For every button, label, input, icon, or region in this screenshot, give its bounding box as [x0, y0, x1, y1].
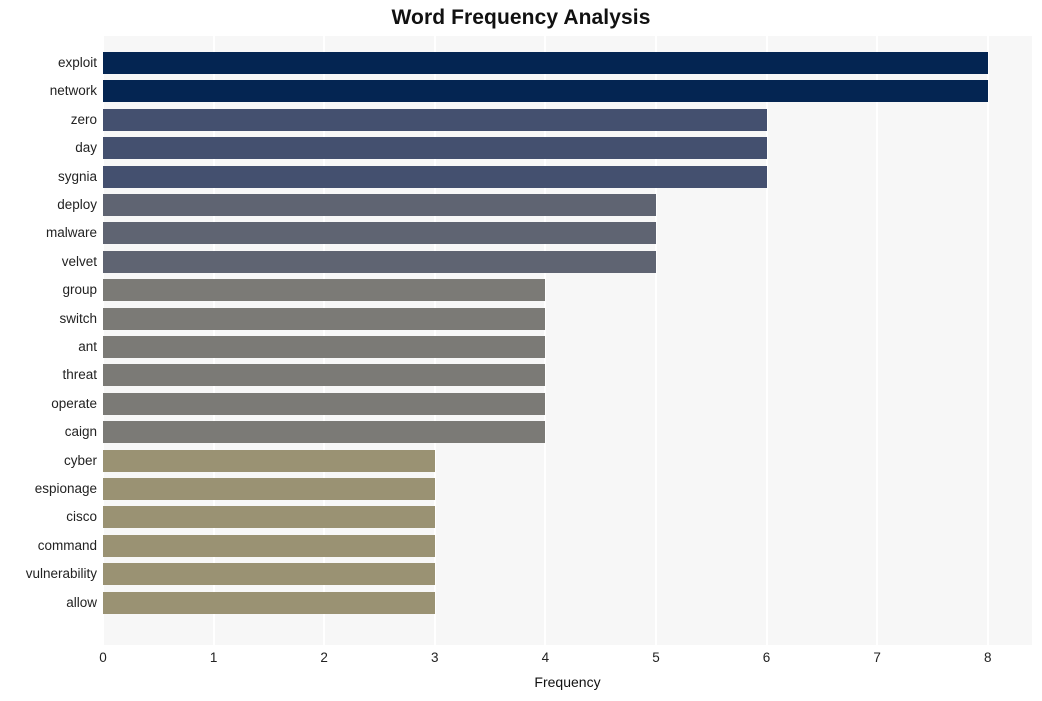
x-axis-tick: 5 [652, 650, 660, 665]
y-axis-label: deploy [57, 197, 97, 212]
y-axis-label: allow [66, 594, 97, 610]
bar[interactable] [103, 165, 767, 188]
x-axis-tick: 8 [983, 650, 992, 665]
y-axis-label: operate [51, 395, 97, 411]
y-axis-label: group [62, 282, 97, 298]
y-axis-label: network [49, 83, 97, 99]
y-axis-label: cisco [66, 509, 97, 525]
y-axis-label: switch [59, 310, 97, 326]
bar[interactable] [103, 534, 435, 557]
x-axis-tick: 3 [431, 650, 439, 665]
bar[interactable] [103, 364, 546, 387]
x-axis-tick: 1 [209, 650, 218, 665]
bar[interactable] [103, 591, 435, 614]
bar[interactable] [103, 449, 435, 472]
bar[interactable] [103, 222, 656, 245]
bar[interactable] [103, 392, 546, 415]
y-axis-label: zero [70, 111, 97, 127]
bar[interactable] [103, 421, 546, 444]
plot-area [103, 36, 1032, 645]
bar[interactable] [103, 506, 435, 529]
x-axis-tick: 2 [320, 650, 328, 665]
y-axis-label: day [75, 140, 97, 156]
x-axis-tick-labels: 0 1 2 3 4 5 6 7 8 [99, 650, 1032, 672]
y-axis-label: espionage [34, 481, 97, 496]
y-axis-tick-labels: exploit network zero day sygnia deploy malware… [0, 36, 97, 645]
bar[interactable] [103, 336, 546, 358]
chart-title: Word Frequency Analysis [391, 6, 651, 29]
bar[interactable] [103, 307, 546, 330]
bar[interactable] [103, 108, 767, 131]
bar[interactable] [103, 52, 988, 74]
y-axis-label: velvet [61, 253, 97, 269]
bar[interactable] [103, 478, 435, 500]
bar[interactable] [103, 137, 767, 160]
bar[interactable] [103, 80, 988, 103]
y-axis-label: sygnia [57, 168, 97, 184]
bar[interactable] [103, 279, 546, 302]
bars-layer [103, 36, 1032, 645]
x-axis-tick: 0 [99, 650, 107, 665]
y-axis-label: exploit [57, 55, 97, 70]
x-axis-tick: 6 [762, 650, 771, 665]
bar[interactable] [103, 194, 656, 216]
y-axis-label: caign [64, 424, 97, 440]
bar[interactable] [103, 563, 435, 586]
y-axis-label: ant [78, 339, 97, 354]
bar[interactable] [103, 250, 656, 273]
x-axis-tick: 4 [541, 650, 550, 665]
y-axis-label: vulnerability [25, 566, 97, 582]
word-frequency-chart: Word Frequency Analysis exploit network ze… [0, 0, 1042, 701]
y-axis-label: malware [45, 225, 97, 241]
y-axis-label: command [37, 537, 97, 553]
y-axis-label: threat [62, 367, 97, 383]
y-axis-label: cyber [63, 452, 97, 468]
x-axis-title: Frequency [534, 674, 601, 690]
x-axis-tick: 7 [873, 650, 881, 665]
